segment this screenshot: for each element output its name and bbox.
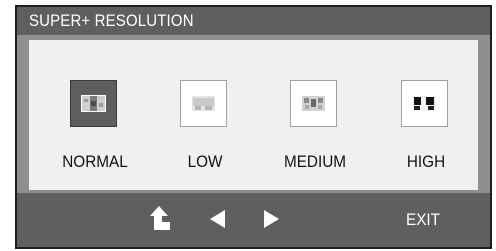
option-low[interactable]: LOW xyxy=(155,80,255,171)
option-high-label: HIGH xyxy=(406,152,446,171)
option-normal-label: NORMAL xyxy=(62,152,128,171)
option-medium-box xyxy=(290,80,337,127)
option-medium[interactable]: MEDIUM xyxy=(265,80,365,171)
right-arrow-icon[interactable] xyxy=(263,210,279,228)
option-high[interactable]: HIGH xyxy=(376,80,476,171)
option-low-label: LOW xyxy=(187,152,223,171)
low-icon xyxy=(191,95,216,112)
high-icon xyxy=(412,95,437,112)
option-low-box xyxy=(180,80,227,127)
navigation-bar: EXIT xyxy=(17,193,490,247)
options-panel: NORMAL LOW MEDIUM HIGH xyxy=(29,40,478,190)
title-bar: SUPER+ RESOLUTION xyxy=(17,7,490,35)
option-normal[interactable]: NORMAL xyxy=(45,80,145,171)
medium-icon xyxy=(301,95,326,112)
option-normal-box xyxy=(70,80,117,127)
super-resolution-osd: SUPER+ RESOLUTION NORMAL LOW MEDIUM HIGH… xyxy=(15,5,492,249)
back-icon[interactable] xyxy=(147,206,171,232)
normal-icon xyxy=(81,95,106,112)
menu-title: SUPER+ RESOLUTION xyxy=(29,11,194,30)
exit-button[interactable]: EXIT xyxy=(406,210,440,230)
option-medium-label: MEDIUM xyxy=(283,152,347,171)
option-high-box xyxy=(401,80,448,127)
left-arrow-icon[interactable] xyxy=(210,210,226,228)
